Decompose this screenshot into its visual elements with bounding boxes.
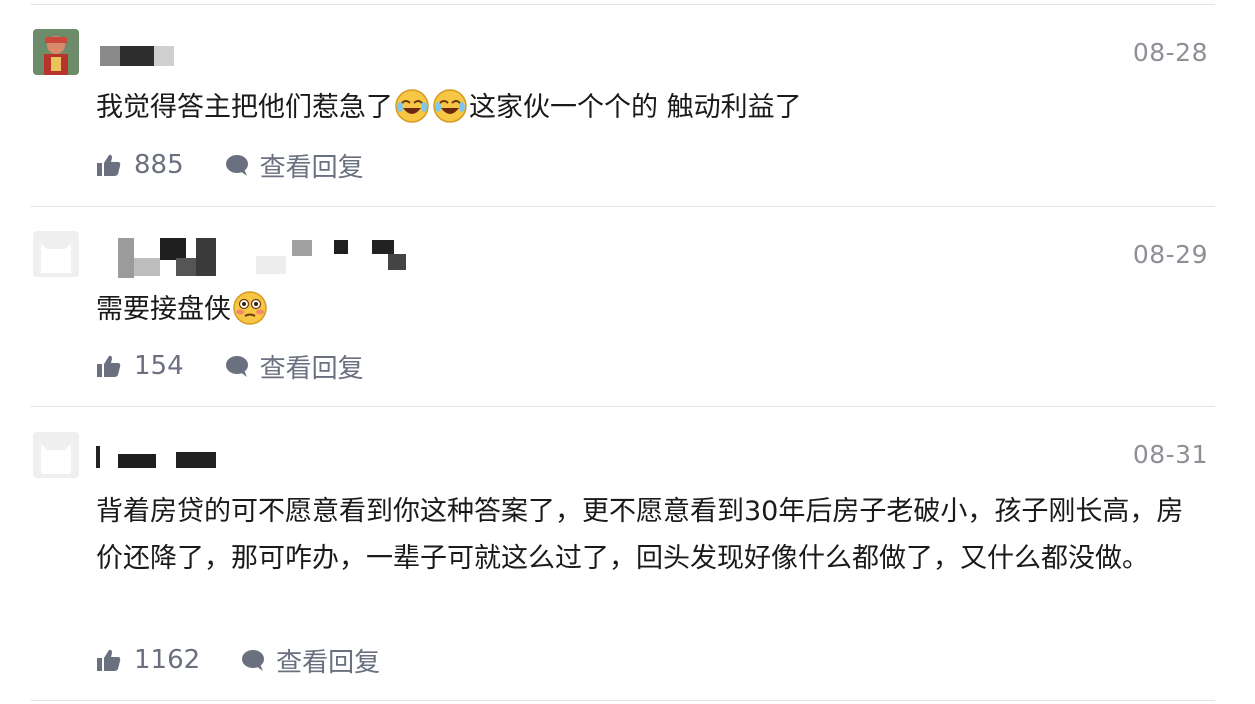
comment-text-part: 背着房贷的可不愿意看到你这种答案了，更不愿意看到30年后房子老破小，孩子刚长高，… — [96, 496, 1184, 574]
avatar[interactable] — [33, 231, 79, 277]
comment-text-part: 这家伙一个个的 触动利益了 — [469, 92, 802, 123]
like-count: 885 — [134, 150, 184, 180]
divider — [30, 206, 1215, 207]
comment-bubble-icon — [224, 353, 250, 379]
flushed-emoji — [232, 290, 268, 326]
avatar[interactable] — [33, 432, 79, 478]
avatar[interactable] — [33, 29, 79, 75]
divider — [30, 700, 1215, 701]
divider — [30, 406, 1215, 407]
comment-text: 背着房贷的可不愿意看到你这种答案了，更不愿意看到30年后房子老破小，孩子刚长高，… — [96, 488, 1206, 582]
comment-actions: 1162 查看回复 — [96, 642, 380, 678]
like-button[interactable]: 885 — [96, 150, 224, 180]
comment-text: 我觉得答主把他们惹急了 这家伙一个个的 触动利益了 — [96, 84, 1206, 131]
view-replies-button[interactable]: 查看回复 — [224, 147, 364, 184]
thumbs-up-icon — [96, 647, 122, 673]
laugh-cry-emoji — [432, 88, 468, 124]
thumbs-up-icon — [96, 353, 122, 379]
view-replies-label: 查看回复 — [276, 647, 381, 678]
like-count: 1162 — [134, 645, 201, 675]
comment-bubble-icon — [240, 647, 266, 673]
thumbs-up-icon — [96, 152, 122, 178]
like-button[interactable]: 1162 — [96, 645, 240, 675]
comment-date: 08-28 — [1132, 38, 1208, 67]
like-count: 154 — [134, 351, 184, 381]
view-replies-button[interactable]: 查看回复 — [240, 642, 380, 679]
comment-actions: 154 查看回复 — [96, 348, 364, 384]
comment-text: 需要接盘侠 — [96, 286, 1206, 333]
comment-date: 08-31 — [1132, 440, 1208, 469]
view-replies-label: 查看回复 — [259, 152, 364, 183]
comment-text-part: 我觉得答主把他们惹急了 — [96, 92, 393, 123]
comment-text-part: 需要接盘侠 — [96, 294, 231, 325]
like-button[interactable]: 154 — [96, 351, 224, 381]
comment-bubble-icon — [224, 152, 250, 178]
divider-top — [30, 4, 1215, 5]
comment-date: 08-29 — [1132, 240, 1208, 269]
view-replies-button[interactable]: 查看回复 — [224, 348, 364, 385]
laugh-cry-emoji — [394, 88, 430, 124]
comment-actions: 885 查看回复 — [96, 147, 364, 183]
view-replies-label: 查看回复 — [259, 353, 364, 384]
